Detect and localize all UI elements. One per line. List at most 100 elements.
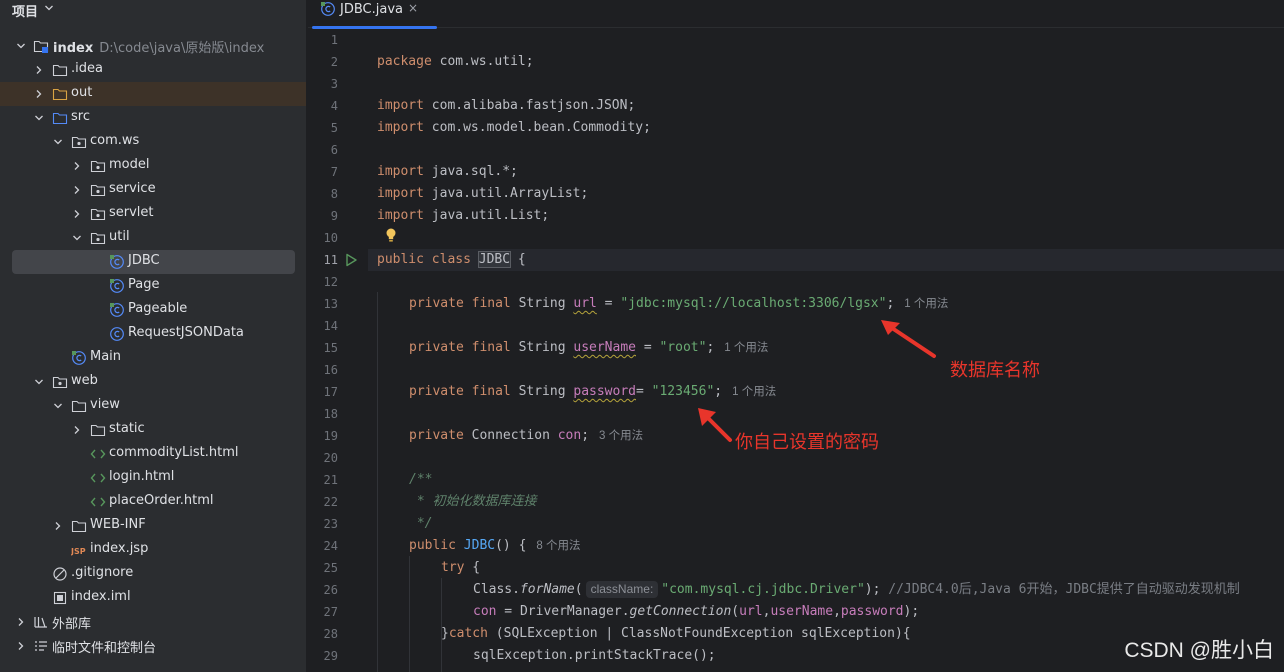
code-token: import (377, 98, 424, 113)
code-line-29: sqlException.printStackTrace(); (473, 645, 716, 667)
project-tree: index D:\code\java\原始版\index .idea out sr… (0, 34, 306, 658)
chevron-right-icon[interactable] (72, 209, 82, 219)
method-call: forName (519, 582, 575, 597)
html-file-icon (90, 449, 106, 459)
code-line-5: import com.ws.model.bean.Commodity; (377, 117, 651, 139)
line-number: 14 (323, 319, 338, 333)
tree-item-commoditylist[interactable]: commodityList.html (0, 442, 306, 466)
chevron-down-icon[interactable] (53, 137, 63, 147)
usage-hint[interactable]: 1 个用法 (724, 342, 768, 354)
tree-item-label: WEB-INF (90, 517, 146, 532)
line-number: 16 (323, 363, 338, 377)
code-line-22: * 初始化数据库连接 (409, 494, 537, 509)
field-con: con (473, 604, 497, 619)
tree-item-index-iml[interactable]: index.iml (0, 586, 306, 610)
code-token: , (833, 604, 841, 619)
usage-hint[interactable]: 8 个用法 (536, 540, 580, 552)
code-line-13: private final String url = "jdbc:mysql:/… (409, 293, 948, 315)
tree-item-web[interactable]: web (0, 370, 306, 394)
code-token: ); (864, 582, 889, 597)
line-number: 10 (323, 231, 338, 245)
tree-item-view[interactable]: view (0, 394, 306, 418)
tree-item-pageable[interactable]: Pageable (0, 298, 306, 322)
line-number: 18 (323, 407, 338, 421)
tree-item-index-jsp[interactable]: JSP index.jsp (0, 538, 306, 562)
chevron-right-icon[interactable] (16, 617, 26, 627)
tree-item-label: src (71, 109, 90, 124)
tree-item-label: placeOrder.html (109, 493, 214, 508)
line-number: 6 (330, 143, 338, 157)
tree-item-util[interactable]: util (0, 226, 306, 250)
line-number: 23 (323, 517, 338, 531)
editor-tab-bar: JDBC.java × (308, 0, 1284, 29)
method-call: printStackTrace (574, 648, 693, 663)
line-number: 8 (330, 187, 338, 201)
chevron-right-icon[interactable] (16, 641, 26, 651)
code-line-15: private final String userName = "root"; 1… (409, 337, 768, 359)
tree-item-servlet[interactable]: servlet (0, 202, 306, 226)
annotation-arrow-db (881, 320, 936, 358)
chevron-right-icon[interactable] (53, 521, 63, 531)
lightbulb-icon[interactable] (384, 227, 398, 243)
chevron-right-icon[interactable] (72, 425, 82, 435)
line-number: 25 (323, 561, 338, 575)
chevron-right-icon[interactable] (72, 185, 82, 195)
chevron-down-icon[interactable] (16, 41, 26, 51)
html-file-icon (90, 497, 106, 507)
usage-hint[interactable]: 1 个用法 (904, 298, 948, 310)
chevron-right-icon[interactable] (34, 65, 44, 75)
chevron-down-icon[interactable] (34, 113, 44, 123)
tree-item-path: D:\code\java\原始版\index (99, 41, 265, 56)
tree-item-web-inf[interactable]: WEB-INF (0, 514, 306, 538)
tree-item-requestjsondata[interactable]: RequestJSONData (0, 322, 306, 346)
chevron-down-icon[interactable] (53, 401, 63, 411)
indent-guide (409, 556, 410, 672)
tree-item-gitignore[interactable]: .gitignore (0, 562, 306, 586)
tree-item-src[interactable]: src (0, 106, 306, 130)
code-token: java.util.ArrayList; (423, 186, 589, 201)
jsp-file-icon: JSP (71, 547, 86, 556)
tree-item-static[interactable]: static (0, 418, 306, 442)
java-class-icon (72, 351, 86, 365)
tree-item-label: .gitignore (71, 565, 134, 580)
tree-item-label: Pageable (128, 301, 188, 316)
tree-item-label: static (109, 421, 145, 436)
tree-item-jdbc[interactable]: JDBC (0, 250, 306, 274)
usage-hint[interactable]: 1 个用法 (732, 386, 776, 398)
code-token: () { (495, 538, 527, 553)
tree-item-scratches[interactable]: 临时文件和控制台 (0, 634, 306, 658)
tree-item-idea[interactable]: .idea (0, 58, 306, 82)
field-username: userName (770, 604, 834, 619)
tree-item-login[interactable]: login.html (0, 466, 306, 490)
tree-item-out[interactable]: out (0, 82, 306, 106)
chevron-down-icon[interactable] (44, 3, 54, 13)
code-token: } (441, 626, 449, 641)
project-panel-header[interactable]: 项目 (0, 0, 306, 26)
chevron-right-icon[interactable] (72, 161, 82, 171)
tree-item-label: index.jsp (90, 541, 149, 556)
tree-item-external-libs[interactable]: 外部库 (0, 610, 306, 634)
run-icon[interactable] (344, 253, 358, 267)
chevron-down-icon[interactable] (34, 377, 44, 387)
tree-item-label: web (71, 373, 98, 388)
folder-icon (71, 520, 87, 533)
chevron-down-icon[interactable] (72, 233, 82, 243)
java-class-icon (110, 303, 124, 317)
code-token: ; (714, 384, 723, 399)
tree-item-com-ws[interactable]: com.ws (0, 130, 306, 154)
tree-item-label: commodityList.html (109, 445, 239, 460)
code-token: java.sql.*; (423, 164, 518, 179)
tree-item-index[interactable]: index D:\code\java\原始版\index (0, 34, 306, 58)
chevron-right-icon[interactable] (34, 89, 44, 99)
tree-item-main[interactable]: Main (0, 346, 306, 370)
usage-hint[interactable]: 3 个用法 (599, 430, 643, 442)
folder-icon (52, 88, 68, 101)
field-password: password (573, 384, 636, 399)
java-class-icon (110, 279, 124, 293)
tree-item-placeorder[interactable]: placeOrder.html (0, 490, 306, 514)
close-icon[interactable]: × (408, 1, 418, 15)
tree-item-page[interactable]: Page (0, 274, 306, 298)
tab-jdbc-java[interactable]: JDBC.java × (308, 0, 437, 29)
tree-item-model[interactable]: model (0, 154, 306, 178)
tree-item-service[interactable]: service (0, 178, 306, 202)
